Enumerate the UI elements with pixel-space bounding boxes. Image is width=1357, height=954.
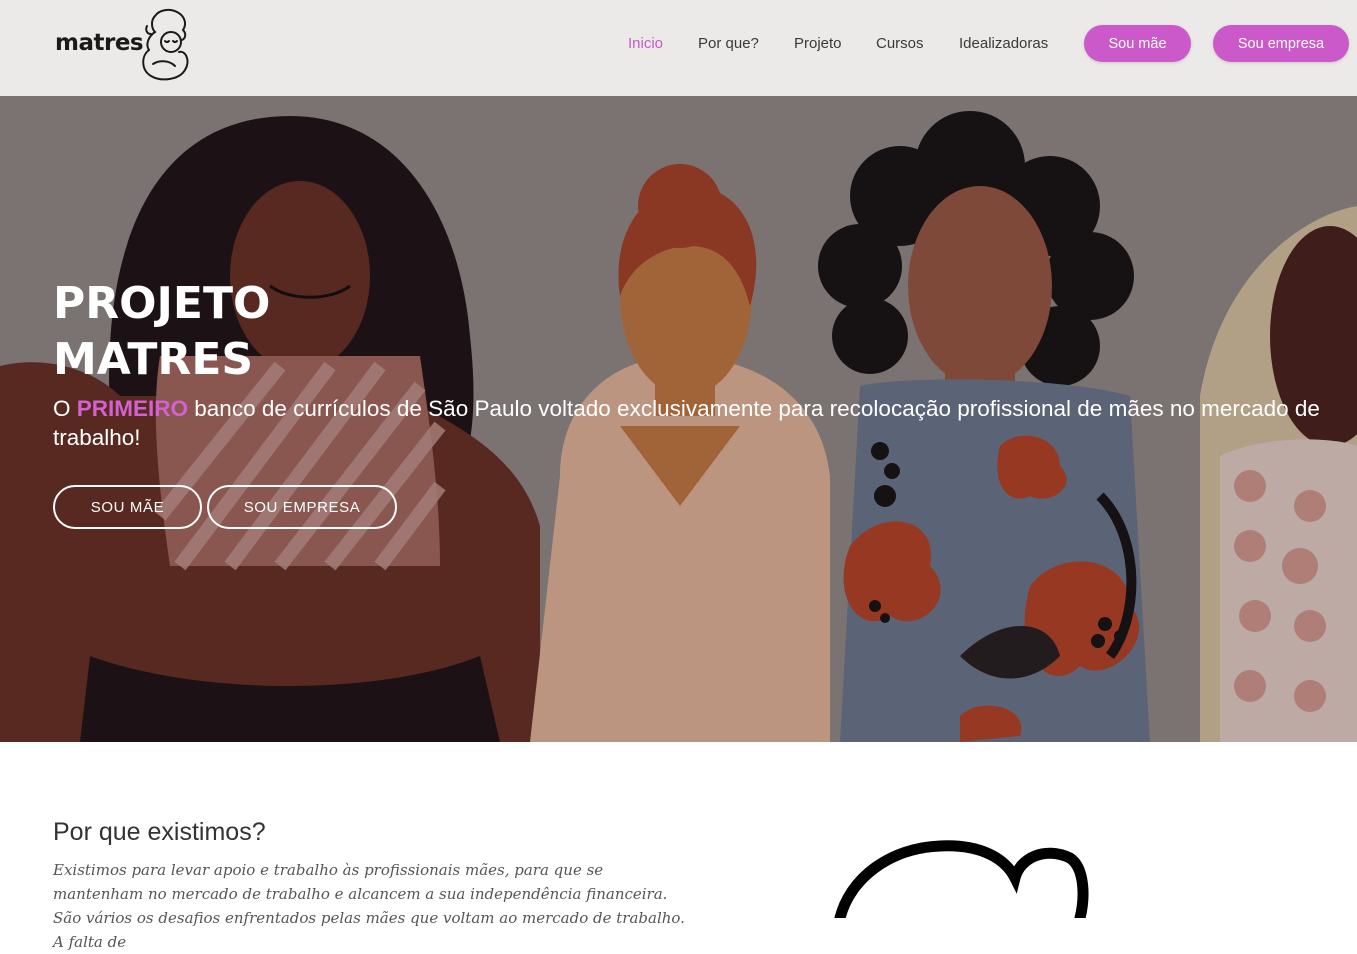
about-title: Por que existimos? (53, 818, 266, 846)
mother-baby-logo-icon (142, 8, 189, 81)
logo-text: matres (55, 30, 144, 56)
nav-item-idealizadoras[interactable]: Idealizadoras (959, 35, 1048, 52)
sou-mae-header-button[interactable]: Sou mãe (1084, 25, 1191, 62)
nav-item-cursos[interactable]: Cursos (876, 35, 924, 52)
about-section: Por que existimos? Existimos para levar … (0, 742, 1357, 951)
sou-mae-hero-button[interactable]: SOU MÃE (53, 485, 202, 529)
mother-baby-illustration-icon (834, 840, 1089, 918)
about-text: Existimos para levar apoio e trabalho às… (53, 861, 685, 951)
hero-title-line1: PROJETO (53, 278, 271, 329)
hero-subtitle-highlight: PRIMEIRO (76, 396, 189, 421)
hero-section: PROJETO MATRES O PRIMEIRO banco de currí… (0, 96, 1357, 742)
hero-subtitle-prefix: O (53, 396, 77, 421)
sou-empresa-hero-button[interactable]: SOU EMPRESA (207, 485, 397, 529)
site-header: matres Inicio Por que? Projeto Cursos Id… (0, 0, 1357, 96)
nav-item-projeto[interactable]: Projeto (794, 35, 842, 52)
hero-title-line2: MATRES (53, 334, 254, 385)
hero-title: PROJETO MATRES (53, 276, 1343, 388)
logo[interactable]: matres (55, 8, 195, 82)
hero-content: PROJETO MATRES O PRIMEIRO banco de currí… (53, 276, 1343, 452)
nav-item-por-que[interactable]: Por que? (698, 35, 759, 52)
hero-subtitle: O PRIMEIRO banco de currículos de São Pa… (53, 394, 1333, 452)
hero-subtitle-rest: banco de currículos de São Paulo voltado… (53, 396, 1320, 450)
sou-empresa-header-button[interactable]: Sou empresa (1213, 25, 1349, 62)
hero-buttons: SOU MÃE SOU EMPRESA (53, 485, 397, 529)
nav-item-inicio[interactable]: Inicio (628, 35, 663, 52)
